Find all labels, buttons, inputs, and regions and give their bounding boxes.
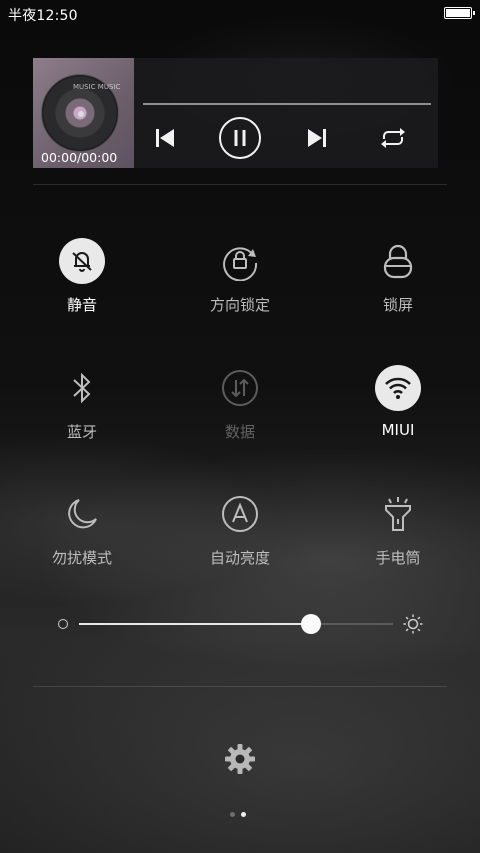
toggle-icon-wrap <box>59 365 105 411</box>
rotation-lock-icon <box>223 247 258 281</box>
toggle-label-rotation: 方向锁定 <box>209 296 270 314</box>
toggle-icon-wrap <box>375 491 421 537</box>
toggle-icon-wrap <box>217 238 263 284</box>
previous-icon <box>156 129 174 147</box>
control-center: 半夜12:50 MUSIC MUSIC 00:00/00:00 静音 方向锁定 … <box>0 0 480 853</box>
pause-button[interactable] <box>217 116 263 160</box>
toggle-label-lock: 锁屏 <box>382 296 413 314</box>
mute-bell-icon <box>72 252 92 272</box>
brightness-thumb[interactable] <box>301 614 322 634</box>
toggle-icon-wrap <box>59 238 105 284</box>
toggle-mobile-data[interactable]: 数据 <box>180 365 300 465</box>
toggle-label-mute: 静音 <box>66 296 97 314</box>
toggle-mute[interactable]: 静音 <box>22 238 142 338</box>
toggle-flashlight[interactable]: 手电筒 <box>338 491 458 591</box>
gear-icon <box>225 744 255 774</box>
brightness-slider[interactable] <box>79 614 393 634</box>
status-bar: 半夜12:50 <box>0 0 480 26</box>
playback-progress-bar[interactable] <box>143 103 431 105</box>
next-button[interactable] <box>295 116 339 160</box>
toggle-bluetooth[interactable]: 蓝牙 <box>22 365 142 465</box>
divider-bottom <box>33 686 447 687</box>
bluetooth-icon <box>73 372 91 404</box>
toggle-label-data: 数据 <box>224 423 255 441</box>
toggle-wifi[interactable]: MIUI <box>338 365 458 465</box>
album-art-text: MUSIC MUSIC <box>73 83 121 91</box>
toggle-icon-wrap <box>375 365 421 411</box>
brightness-low-icon <box>58 619 68 629</box>
toggle-rotation-lock[interactable]: 方向锁定 <box>180 238 300 338</box>
toggle-label-flashlight: 手电筒 <box>375 549 421 567</box>
album-art[interactable]: MUSIC MUSIC 00:00/00:00 <box>33 58 134 168</box>
flashlight-icon <box>385 497 411 531</box>
battery-icon <box>444 7 475 19</box>
toggle-label-bluetooth: 蓝牙 <box>66 423 97 441</box>
toggle-auto-brightness[interactable]: 自动亮度 <box>180 491 300 591</box>
disc-hole <box>78 111 84 117</box>
battery-level <box>446 9 470 17</box>
pause-icon <box>219 117 261 159</box>
page-indicator <box>230 812 246 817</box>
auto-brightness-icon <box>222 496 258 532</box>
brightness-fill <box>79 623 312 625</box>
settings-button[interactable] <box>224 743 256 779</box>
next-icon <box>308 129 326 147</box>
brightness-high-icon <box>403 614 423 638</box>
battery-tip <box>473 11 475 15</box>
toggle-icon-wrap <box>59 491 105 537</box>
wifi-icon <box>385 377 411 399</box>
page-dot-1 <box>230 812 235 817</box>
lock-icon <box>383 244 413 279</box>
divider-top <box>33 184 447 185</box>
previous-button[interactable] <box>143 116 187 160</box>
toggle-do-not-disturb[interactable]: 勿扰模式 <box>22 491 142 591</box>
toggle-icon-wrap <box>217 365 263 411</box>
page-dot-2 <box>241 812 246 817</box>
toggle-label-auto-brightness: 自动亮度 <box>209 549 270 567</box>
toggle-icon-wrap <box>217 491 263 537</box>
toggle-label-dnd: 勿扰模式 <box>51 549 112 567</box>
moon-icon <box>68 499 97 529</box>
toggle-label-wifi: MIUI <box>381 421 415 439</box>
repeat-icon <box>381 128 405 148</box>
music-player[interactable]: MUSIC MUSIC 00:00/00:00 <box>33 58 438 168</box>
toggle-icon-wrap <box>375 238 421 284</box>
repeat-button[interactable] <box>371 116 415 160</box>
playback-time: 00:00/00:00 <box>41 150 118 165</box>
status-time: 半夜12:50 <box>8 8 78 24</box>
mobile-data-icon <box>222 370 258 406</box>
toggle-lock-screen[interactable]: 锁屏 <box>338 238 458 338</box>
